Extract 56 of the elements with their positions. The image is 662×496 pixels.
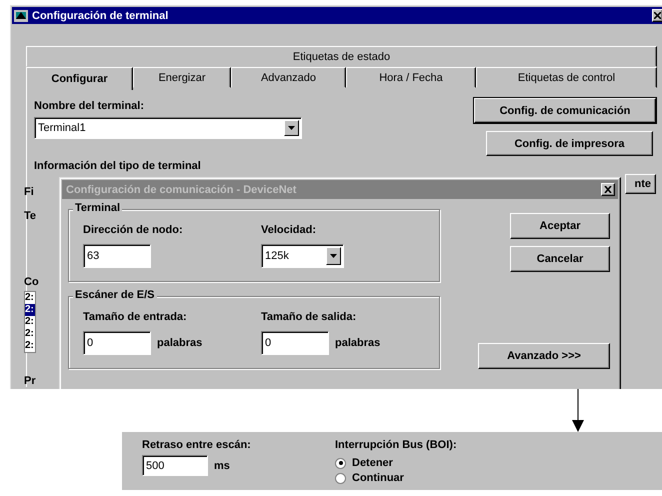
field-label: Tamaño de entrada: (83, 311, 188, 323)
list-item[interactable]: 2: (25, 340, 35, 352)
tab[interactable]: Hora / Fecha (346, 67, 476, 88)
dropdown-button[interactable] (326, 247, 341, 265)
close-button[interactable] (652, 9, 662, 22)
radio-button[interactable] (335, 472, 346, 484)
dialog-title: Configuración de comunicación - DeviceNet (66, 184, 296, 196)
text-field[interactable]: 63 (83, 244, 151, 268)
close-icon (654, 12, 661, 19)
dialog-button[interactable]: Aceptar (510, 213, 610, 239)
field-label: Retraso entre escán: (142, 439, 252, 451)
tab[interactable]: Etiquetas de estado (26, 46, 657, 67)
advanced-button[interactable]: Avanzado >>> (478, 343, 610, 369)
delay-field[interactable]: 500 (142, 455, 208, 476)
group-title: Escáner de E/S (73, 289, 156, 301)
partial-button[interactable]: nte (625, 174, 656, 194)
tab[interactable]: Etiquetas de control (476, 67, 657, 88)
radio-label: Detener (352, 457, 393, 469)
tab[interactable]: Advanzado (231, 67, 346, 88)
tab[interactable]: Configurar (26, 67, 133, 90)
text-field[interactable]: 0 (261, 331, 329, 355)
close-button[interactable] (601, 183, 615, 196)
dropdown-button[interactable] (284, 120, 299, 136)
group-title: Terminal (73, 202, 122, 214)
field-label: Tamaño de salida: (261, 311, 358, 323)
dropdown[interactable]: 125k (261, 244, 344, 268)
text-field[interactable]: 0 (83, 331, 151, 355)
field-label: Te (24, 210, 38, 222)
field-label: Pr (24, 375, 37, 387)
field-label: Co (24, 276, 40, 288)
list-item[interactable]: 2: (25, 328, 35, 340)
arrow (572, 389, 584, 432)
window-title: Configuración de terminal (32, 10, 168, 22)
field-label: Velocidad: (261, 224, 318, 236)
config-button[interactable]: Config. de impresora (486, 131, 653, 156)
caret-icon (330, 254, 337, 258)
field-label: Interrupción Bus (BOI): (335, 439, 457, 451)
config-button[interactable]: Config. de comunicación (474, 98, 656, 123)
unit-label: ms (214, 460, 230, 472)
radio-button[interactable] (335, 458, 346, 468)
field-label: Nombre del terminal: (34, 100, 146, 112)
section-title: Información del tipo de terminal (34, 160, 201, 172)
unit-label: palabras (157, 337, 202, 349)
list-item[interactable]: 2: (25, 292, 35, 304)
caret-icon (288, 126, 295, 130)
radio-label: Continuar (352, 472, 404, 484)
terminal-icon (14, 8, 28, 22)
field-label: Fi (24, 186, 35, 198)
list-item[interactable]: 2: (25, 304, 35, 316)
tab[interactable]: Energizar (133, 67, 231, 88)
close-icon (604, 186, 612, 193)
field-label: Dirección de nodo: (83, 224, 184, 236)
list-item[interactable]: 2: (25, 316, 35, 328)
dialog-button[interactable]: Cancelar (510, 246, 610, 272)
unit-label: palabras (335, 337, 380, 349)
terminal-dropdown[interactable]: Terminal1 (34, 117, 302, 139)
